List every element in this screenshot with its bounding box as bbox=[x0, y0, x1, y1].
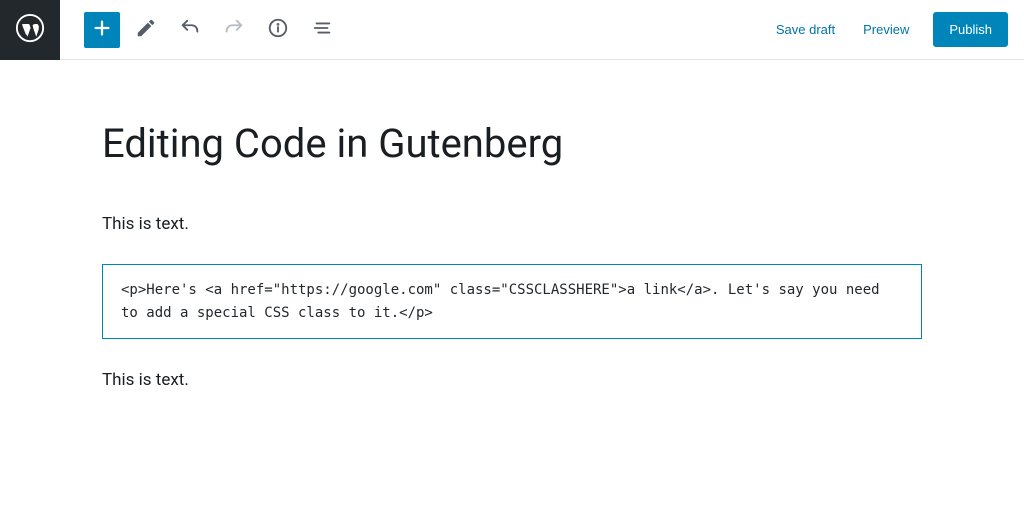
paragraph-block[interactable]: This is text. bbox=[102, 211, 922, 238]
preview-button[interactable]: Preview bbox=[859, 14, 913, 45]
toolbar-left bbox=[60, 12, 340, 48]
plus-icon bbox=[91, 17, 113, 42]
info-icon bbox=[267, 17, 289, 42]
block-navigation-button[interactable] bbox=[304, 12, 340, 48]
toolbar-right: Save draft Preview Publish bbox=[772, 12, 1024, 47]
wordpress-icon bbox=[15, 13, 45, 47]
pencil-icon bbox=[135, 17, 157, 42]
paragraph-block[interactable]: This is text. bbox=[102, 367, 922, 394]
add-block-button[interactable] bbox=[84, 12, 120, 48]
outline-icon bbox=[311, 17, 333, 42]
html-block[interactable]: <p>Here's <a href="https://google.com" c… bbox=[102, 264, 922, 339]
redo-icon bbox=[223, 17, 245, 42]
undo-button[interactable] bbox=[172, 12, 208, 48]
post-title[interactable]: Editing Code in Gutenberg bbox=[102, 120, 922, 167]
content-info-button[interactable] bbox=[260, 12, 296, 48]
editor-content: Editing Code in Gutenberg This is text. … bbox=[102, 60, 922, 394]
undo-icon bbox=[179, 17, 201, 42]
wordpress-logo[interactable] bbox=[0, 0, 60, 60]
publish-button[interactable]: Publish bbox=[933, 12, 1008, 47]
edit-mode-button[interactable] bbox=[128, 12, 164, 48]
save-draft-button[interactable]: Save draft bbox=[772, 14, 839, 45]
redo-button[interactable] bbox=[216, 12, 252, 48]
editor-top-bar: Save draft Preview Publish bbox=[0, 0, 1024, 60]
